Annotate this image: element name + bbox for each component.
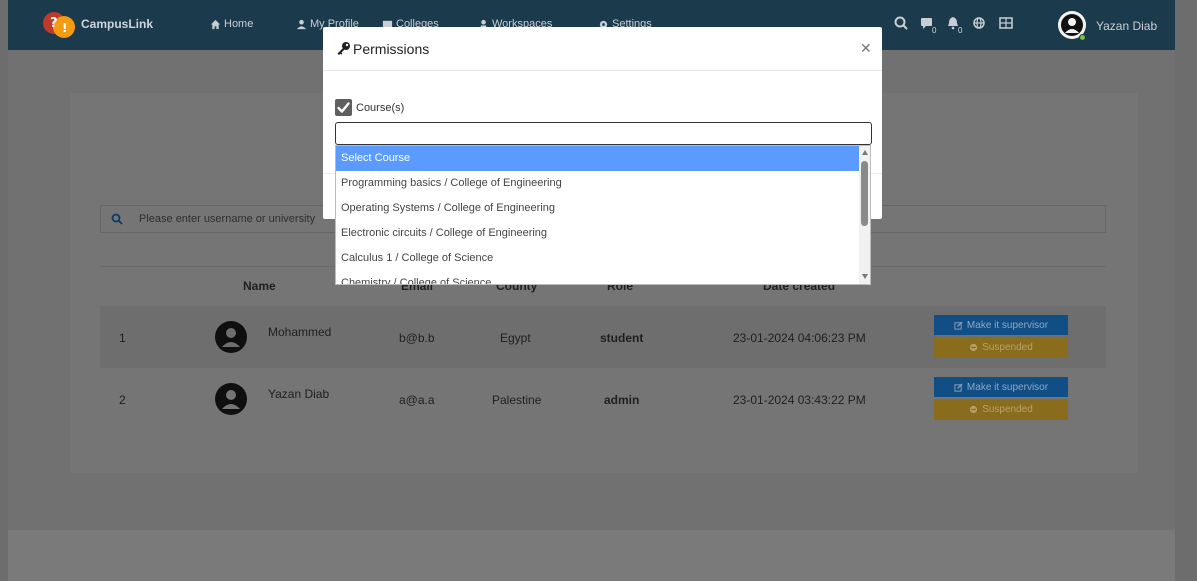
suspended-button[interactable]: Suspended xyxy=(934,337,1068,358)
scroll-down-arrow-icon[interactable] xyxy=(862,274,868,279)
row-date-created: 23-01-2024 04:06:23 PM xyxy=(733,331,866,345)
suspended-button[interactable]: Suspended xyxy=(934,399,1068,420)
course-option[interactable]: Operating Systems / College of Engineeri… xyxy=(336,196,859,221)
suspended-label: Suspended xyxy=(982,404,1033,415)
home-icon xyxy=(210,19,221,29)
row-index: 1 xyxy=(119,331,126,345)
search-icon[interactable] xyxy=(893,15,909,31)
close-icon[interactable]: ✕ xyxy=(860,40,872,57)
dropdown-scrollbar[interactable] xyxy=(859,146,870,284)
course-option[interactable]: Chemistry / College of Science xyxy=(336,271,859,284)
courses-checkbox[interactable] xyxy=(335,99,352,116)
courses-checkbox-label[interactable]: Course(s) xyxy=(356,102,404,114)
modal-title: Permissions xyxy=(353,41,430,57)
globe-icon[interactable] xyxy=(971,15,987,31)
online-status-dot xyxy=(1079,34,1086,41)
row-name: Yazan Diab xyxy=(268,387,330,401)
edit-icon xyxy=(954,320,963,330)
suspended-label: Suspended xyxy=(982,342,1033,353)
nav-home[interactable]: Home xyxy=(210,18,253,30)
edit-icon xyxy=(954,382,963,392)
row-date-created: 23-01-2024 03:43:22 PM xyxy=(733,393,866,407)
table-row: 1 Mohammed b@b.b Egypt student 23-01-202… xyxy=(100,306,1106,368)
avatar xyxy=(214,382,248,416)
notifications-count-badge: 0 xyxy=(958,26,963,35)
ban-icon xyxy=(970,343,978,352)
language-icon[interactable] xyxy=(998,15,1014,31)
course-option[interactable]: Programming basics / College of Engineer… xyxy=(336,171,859,196)
user-name[interactable]: Yazan Diab xyxy=(1096,19,1157,33)
make-supervisor-button[interactable]: Make it supervisor xyxy=(934,315,1068,335)
checkmark-icon xyxy=(337,102,350,113)
avatar xyxy=(214,320,248,354)
messages-icon[interactable]: 0 xyxy=(919,15,936,35)
messages-count-badge: 0 xyxy=(932,26,937,35)
course-dropdown-list[interactable]: Select Course Programming basics / Colle… xyxy=(335,145,871,285)
course-option[interactable]: Electronic circuits / College of Enginee… xyxy=(336,221,859,246)
course-option-select-course[interactable]: Select Course xyxy=(336,146,859,171)
ban-icon xyxy=(970,405,978,414)
row-country: Egypt xyxy=(500,331,531,345)
modal-header: Permissions ✕ xyxy=(323,27,882,71)
bell-icon[interactable]: 0 xyxy=(945,15,962,35)
nav-home-label: Home xyxy=(224,18,254,30)
svg-text:?: ? xyxy=(50,16,58,31)
table-row: 2 Yazan Diab a@a.a Palestine admin 23-01… xyxy=(100,368,1106,430)
row-email: a@a.a xyxy=(399,393,435,407)
row-country: Palestine xyxy=(492,393,542,407)
brand-name[interactable]: CampusLink xyxy=(81,17,153,31)
course-option[interactable]: Calculus 1 / College of Science xyxy=(336,246,859,271)
svg-text:!: ! xyxy=(62,21,67,35)
search-icon xyxy=(111,213,123,225)
make-supervisor-label: Make it supervisor xyxy=(966,319,1049,331)
search-placeholder: Please enter username or university xyxy=(139,213,316,225)
make-supervisor-button[interactable]: Make it supervisor xyxy=(934,377,1068,397)
user-icon xyxy=(296,19,307,29)
campuslink-logo-icon[interactable]: ? ! xyxy=(42,9,76,41)
page-footer-area xyxy=(8,530,1175,581)
row-email: b@b.b xyxy=(399,331,435,345)
row-role: student xyxy=(600,331,644,345)
key-icon xyxy=(337,42,350,55)
row-index: 2 xyxy=(119,393,126,407)
make-supervisor-label: Make it supervisor xyxy=(966,381,1049,393)
course-search-input[interactable] xyxy=(335,122,872,145)
row-name: Mohammed xyxy=(268,325,332,339)
scrollbar-thumb[interactable] xyxy=(861,161,868,226)
row-role: admin xyxy=(604,393,640,407)
scroll-up-arrow-icon[interactable] xyxy=(862,150,868,155)
column-header-name: Name xyxy=(243,279,276,293)
